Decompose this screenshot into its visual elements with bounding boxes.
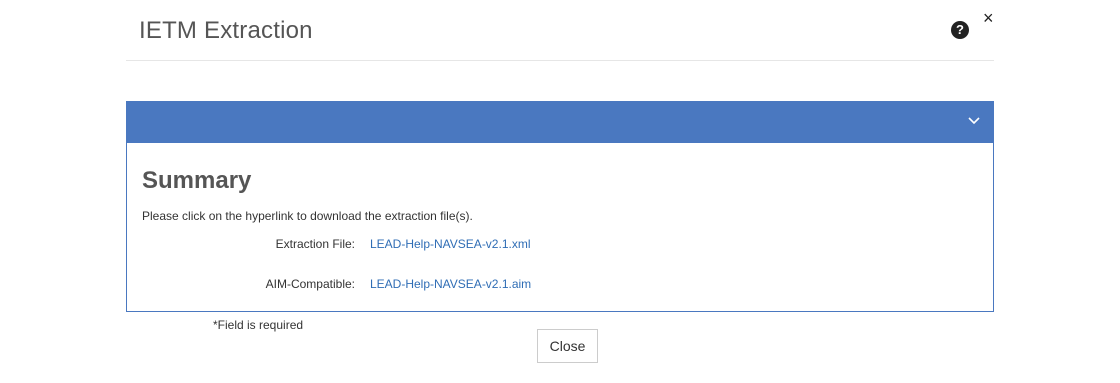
panel-heading[interactable] xyxy=(127,102,993,143)
modal-header: IETM Extraction ? × xyxy=(126,0,994,61)
question-circle-icon[interactable]: ? xyxy=(951,21,969,39)
ietm-extraction-modal: IETM Extraction ? × Summary Please click… xyxy=(0,0,1120,383)
close-icon[interactable]: × xyxy=(983,9,994,27)
close-button[interactable]: Close xyxy=(537,329,598,363)
download-instructions: Please click on the hyperlink to downloa… xyxy=(142,209,473,223)
summary-panel: Summary Please click on the hyperlink to… xyxy=(126,101,994,312)
aim-compatible-label: AIM-Compatible: xyxy=(265,277,355,291)
summary-title: Summary xyxy=(142,167,252,194)
chevron-down-icon[interactable] xyxy=(967,114,981,128)
required-field-note: *Field is required xyxy=(213,318,304,332)
extraction-file-link[interactable]: LEAD-Help-NAVSEA-v2.1.xml xyxy=(370,237,531,251)
aim-compatible-link[interactable]: LEAD-Help-NAVSEA-v2.1.aim xyxy=(370,277,531,291)
modal-title: IETM Extraction xyxy=(139,17,313,44)
extraction-file-label: Extraction File: xyxy=(275,237,355,251)
